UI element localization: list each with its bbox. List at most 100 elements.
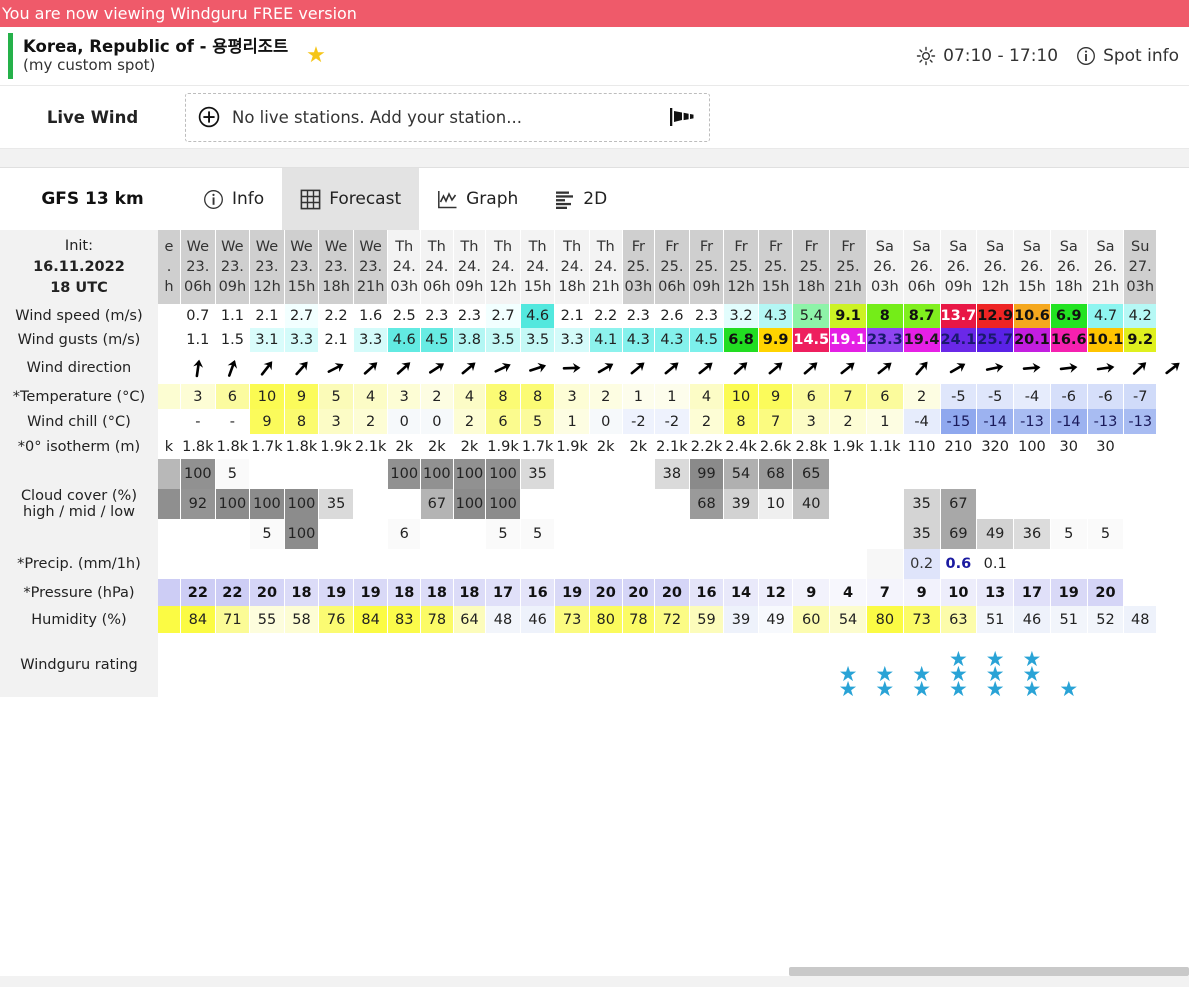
forecast-cell: -7 xyxy=(1124,384,1157,409)
forecast-cell: 1.8k xyxy=(284,434,319,459)
forecast-cell: 63 xyxy=(940,606,977,633)
tab-graph[interactable]: Graph xyxy=(419,168,536,230)
forecast-cell: 9.9 xyxy=(758,328,793,352)
forecast-cell: 100 xyxy=(215,489,250,519)
init-block: Init:16.11.202218 UTC xyxy=(0,230,158,304)
forecast-cell: 3 xyxy=(181,384,216,409)
horizontal-scrollbar[interactable] xyxy=(789,967,1189,976)
forecast-cell: 16 xyxy=(689,579,724,606)
forecast-cell: 2.3 xyxy=(622,304,655,328)
forecast-cell: 2.2 xyxy=(319,304,354,328)
tab-2d-label: 2D xyxy=(583,189,607,209)
forecast-cell: -6 xyxy=(1087,384,1124,409)
forecast-cell: 19.1 xyxy=(830,328,867,352)
day-header-cell: Fr25.21h xyxy=(830,230,867,304)
forecast-cell: 2.7 xyxy=(284,304,319,328)
tab-info[interactable]: Info xyxy=(185,168,282,230)
sun-icon xyxy=(916,46,936,66)
wind-direction-arrow xyxy=(903,352,940,384)
forecast-cell: 80 xyxy=(589,606,622,633)
forecast-cell: 4 xyxy=(689,384,724,409)
forecast-cell xyxy=(158,489,181,519)
init-date: 16.11.2022 xyxy=(0,257,158,278)
forecast-cell xyxy=(1087,549,1124,579)
forecast-cell xyxy=(724,519,759,549)
forecast-cell: 20.1 xyxy=(1014,328,1051,352)
forecast-cell xyxy=(758,519,793,549)
forecast-cell: 7 xyxy=(758,409,793,434)
cloud-cover-label: Cloud cover (%) xyxy=(0,488,158,504)
forecast-cell: 30 xyxy=(1087,434,1124,459)
windsock-icon xyxy=(669,106,697,128)
day-header-cell: Th24.18h xyxy=(555,230,590,304)
sun-times-block: 07:10 - 17:10 xyxy=(916,46,1058,66)
forecast-cell: 59 xyxy=(689,606,724,633)
forecast-cell: 20 xyxy=(1087,579,1124,606)
add-station-box[interactable]: No live stations. Add your station... xyxy=(185,93,710,142)
forecast-cell: 100 xyxy=(1014,434,1051,459)
forecast-cell: 8 xyxy=(486,384,521,409)
wind-direction-arrow xyxy=(486,352,521,384)
forecast-cell: 60 xyxy=(793,606,830,633)
forecast-cell xyxy=(421,519,454,549)
forecast-cell: 100 xyxy=(486,489,521,519)
day-header-cell: We23.18h xyxy=(319,230,354,304)
forecast-cell: 2.1 xyxy=(319,328,354,352)
forecast-cell: 2k xyxy=(622,434,655,459)
forecast-cell: 25.7 xyxy=(977,328,1014,352)
forecast-cell xyxy=(758,549,793,579)
forecast-cell xyxy=(830,489,867,519)
tab-2d[interactable]: 2D xyxy=(536,168,625,230)
forecast-cell: -5 xyxy=(940,384,977,409)
windguru-rating-cell: ★ xyxy=(1050,633,1087,697)
spot-name-block: Korea, Republic of - 용평리조트 (my custom sp… xyxy=(23,37,288,75)
spot-name: Korea, Republic of - 용평리조트 xyxy=(23,37,288,56)
forecast-cell: 78 xyxy=(622,606,655,633)
forecast-table: Init:16.11.202218 UTCe.hWe23.06hWe23.09h… xyxy=(0,230,1189,697)
forecast-cell xyxy=(689,549,724,579)
forecast-cell: 4.3 xyxy=(622,328,655,352)
day-header-cell: Sa26.21h xyxy=(1087,230,1124,304)
forecast-cell: 2 xyxy=(903,384,940,409)
forecast-cell: 73 xyxy=(555,606,590,633)
forecast-cell xyxy=(158,304,181,328)
windguru-rating-cell xyxy=(622,633,655,697)
windguru-rating-cell xyxy=(758,633,793,697)
tab-info-label: Info xyxy=(232,189,264,209)
star-stack: ★★★ xyxy=(977,652,1013,697)
forecast-cell: 5 xyxy=(215,459,250,489)
forecast-cell: 6 xyxy=(388,519,421,549)
day-header-cell: Sa26.06h xyxy=(903,230,940,304)
forecast-cell: 2.2 xyxy=(589,304,622,328)
windguru-rating-cell xyxy=(319,633,354,697)
forecast-cell xyxy=(555,459,590,489)
tab-forecast[interactable]: Forecast xyxy=(282,168,419,230)
chart-line-icon xyxy=(437,189,458,210)
sun-times-text: 07:10 - 17:10 xyxy=(943,46,1058,66)
wind-direction-arrow xyxy=(353,352,388,384)
forecast-cell: 3.3 xyxy=(353,328,388,352)
forecast-cell xyxy=(1124,434,1157,459)
day-header-cell: We23.06h xyxy=(181,230,216,304)
forecast-cell: 19 xyxy=(319,579,354,606)
wind-direction-arrow xyxy=(250,352,285,384)
windguru-rating-cell xyxy=(520,633,555,697)
forecast-cell xyxy=(353,549,388,579)
star-icon[interactable]: ★ xyxy=(306,45,326,67)
forecast-cell: 14.5 xyxy=(793,328,830,352)
wind-direction-arrow xyxy=(589,352,622,384)
info-circle-icon xyxy=(203,189,224,210)
forecast-cell xyxy=(689,519,724,549)
forecast-cell xyxy=(1124,459,1157,489)
windguru-rating-cell xyxy=(421,633,454,697)
windguru-rating-cell xyxy=(589,633,622,697)
windguru-rating-cell xyxy=(793,633,830,697)
spot-info-button[interactable]: Spot info xyxy=(1076,46,1179,66)
windguru-rating-cell xyxy=(453,633,486,697)
forecast-cell: 6 xyxy=(486,409,521,434)
forecast-cell: 3 xyxy=(555,384,590,409)
forecast-cell: 92 xyxy=(181,489,216,519)
day-header-cell: Sa26.03h xyxy=(866,230,903,304)
row-label-precip: *Precip. (mm/1h) xyxy=(0,549,158,579)
wind-direction-arrow xyxy=(689,352,724,384)
